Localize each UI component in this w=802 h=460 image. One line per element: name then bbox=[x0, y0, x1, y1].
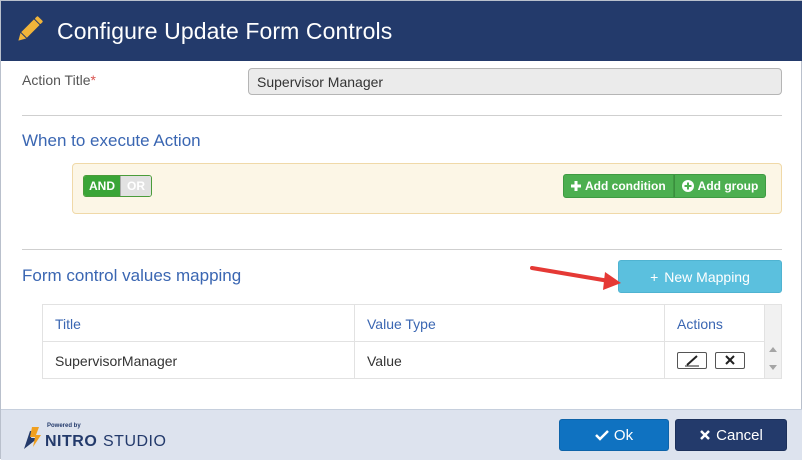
pencil-icon bbox=[18, 16, 43, 41]
scroll-up-icon[interactable] bbox=[769, 347, 777, 352]
plus-icon bbox=[571, 181, 581, 191]
action-title-input[interactable] bbox=[248, 68, 782, 95]
or-toggle-option[interactable]: OR bbox=[120, 176, 151, 196]
row-actions-cell bbox=[665, 342, 765, 379]
circle-plus-icon bbox=[681, 180, 694, 192]
logo-brand: NITRO bbox=[45, 433, 98, 450]
delete-row-button[interactable] bbox=[715, 352, 745, 369]
table-header-row: Title Value Type Actions bbox=[43, 305, 781, 342]
table-scrollbar[interactable] bbox=[765, 305, 781, 378]
dialog-title: Configure Update Form Controls bbox=[57, 18, 393, 44]
add-condition-label: Add condition bbox=[585, 179, 666, 193]
condition-buttons: Add condition Add group bbox=[563, 174, 767, 198]
cancel-label: Cancel bbox=[716, 426, 763, 444]
cancel-button[interactable]: Cancel bbox=[675, 419, 787, 451]
close-icon bbox=[700, 430, 711, 440]
and-or-toggle[interactable]: AND OR bbox=[83, 175, 152, 197]
configure-update-form-controls-dialog: Configure Update Form Controls Action Ti… bbox=[0, 0, 802, 460]
required-mark: * bbox=[90, 72, 96, 88]
column-header-value-type[interactable]: Value Type bbox=[355, 305, 665, 342]
column-header-title[interactable]: Title bbox=[43, 305, 355, 342]
condition-builder: AND OR Add condition Add group bbox=[72, 163, 782, 214]
mapping-table: Title Value Type Actions SupervisorManag… bbox=[42, 304, 782, 379]
form-control-mapping-heading: Form control values mapping bbox=[22, 266, 242, 285]
divider bbox=[22, 115, 782, 116]
plus-icon: + bbox=[650, 268, 659, 285]
ok-label: Ok bbox=[613, 426, 634, 444]
action-title-label-text: Action Title bbox=[22, 72, 91, 88]
add-group-button[interactable]: Add group bbox=[673, 174, 767, 198]
add-condition-button[interactable]: Add condition bbox=[563, 174, 674, 198]
row-title-cell: SupervisorManager bbox=[43, 342, 355, 379]
table-row: SupervisorManager Value bbox=[43, 342, 781, 379]
and-toggle-option[interactable]: AND bbox=[84, 176, 120, 196]
lightning-bolt-icon bbox=[24, 427, 41, 449]
logo-powered-by: Powered by bbox=[47, 423, 81, 429]
logo-product: STUDIO bbox=[103, 433, 167, 450]
dialog-footer: Powered by NITRO STUDIO Ok Cancel bbox=[1, 409, 802, 460]
check-icon bbox=[595, 430, 609, 441]
pencil-icon bbox=[685, 355, 699, 367]
action-title-label: Action Title* bbox=[22, 72, 96, 88]
ok-button[interactable]: Ok bbox=[559, 419, 669, 451]
new-mapping-button[interactable]: + New Mapping bbox=[618, 260, 782, 293]
column-header-actions: Actions bbox=[665, 305, 765, 342]
row-value-type-cell: Value bbox=[355, 342, 665, 379]
edit-row-button[interactable] bbox=[677, 352, 707, 369]
nitro-studio-logo: Powered by NITRO STUDIO bbox=[19, 419, 179, 455]
close-icon bbox=[725, 355, 735, 365]
divider bbox=[22, 249, 782, 250]
when-to-execute-heading: When to execute Action bbox=[22, 131, 201, 150]
new-mapping-label: New Mapping bbox=[664, 268, 750, 285]
scroll-down-icon[interactable] bbox=[769, 365, 777, 370]
dialog-header: Configure Update Form Controls bbox=[1, 1, 802, 61]
add-group-label: Add group bbox=[697, 179, 759, 193]
annotation-arrow-icon bbox=[530, 266, 621, 290]
